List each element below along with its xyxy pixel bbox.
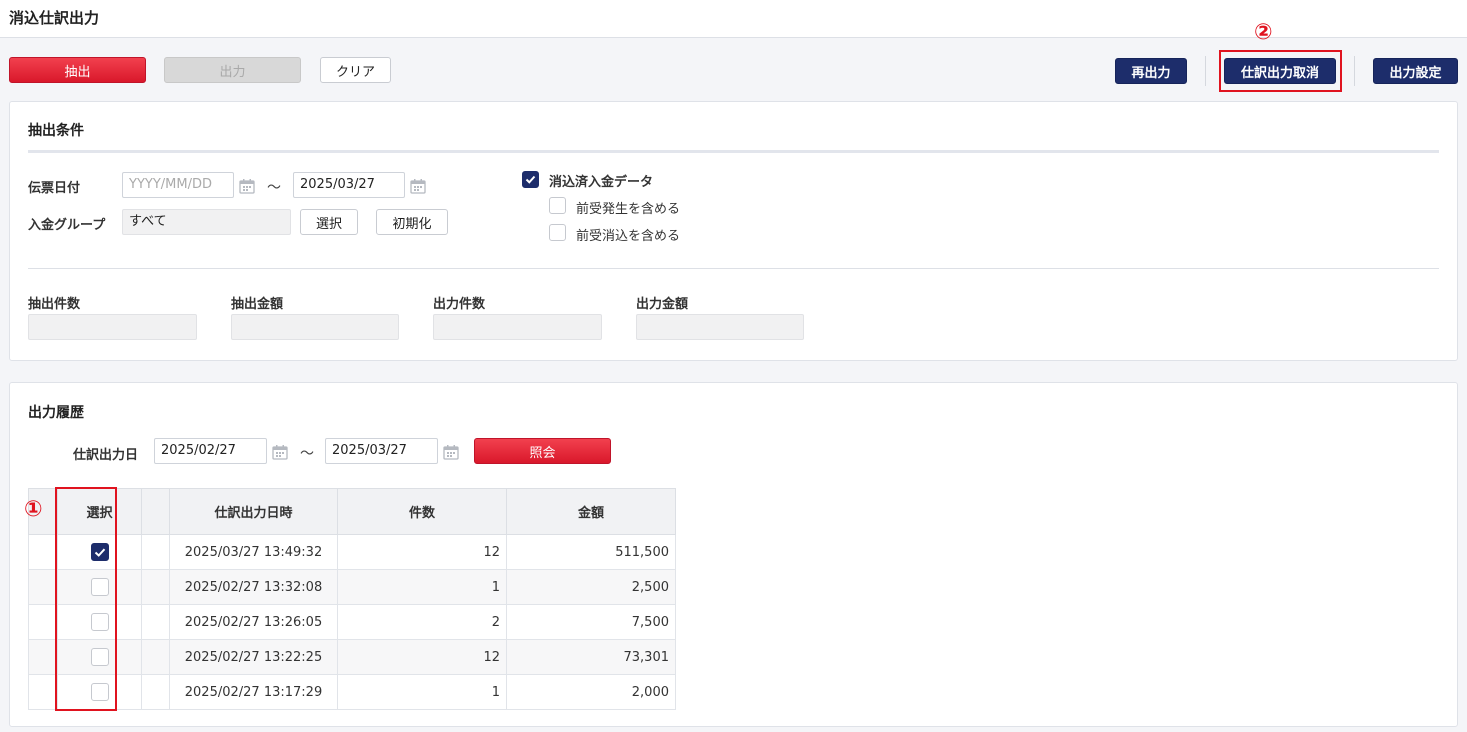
row-spacer bbox=[28, 534, 58, 570]
reconciled-checkbox[interactable] bbox=[522, 171, 539, 188]
row-datetime: 2025/03/27 13:49:32 bbox=[169, 534, 338, 570]
journal-output-date-label: 仕訳出力日 bbox=[73, 448, 139, 463]
advance-reconcile-checkbox[interactable] bbox=[549, 224, 566, 241]
extract-amount-label: 抽出金額 bbox=[231, 297, 284, 312]
history-date-tilde: ～ bbox=[300, 446, 314, 462]
row-amount: 73,301 bbox=[506, 639, 676, 675]
check-icon bbox=[525, 175, 536, 184]
header-bar bbox=[0, 0, 1467, 38]
row-amount: 2,500 bbox=[506, 569, 676, 605]
date-range-tilde: ～ bbox=[267, 180, 281, 196]
row-spacer bbox=[28, 569, 58, 605]
advance-occurrence-checkbox[interactable] bbox=[549, 197, 566, 214]
output-amount-field bbox=[636, 314, 804, 340]
history-title: 出力履歴 bbox=[28, 405, 84, 421]
output-settings-button[interactable]: 出力設定 bbox=[1373, 58, 1458, 84]
extract-count-label: 抽出件数 bbox=[28, 297, 81, 312]
row-count: 1 bbox=[337, 569, 507, 605]
column-header-count[interactable]: 件数 bbox=[337, 488, 507, 535]
history-date-from-input[interactable]: 2025/02/27 bbox=[154, 438, 267, 464]
row-amount: 7,500 bbox=[506, 604, 676, 640]
advance-reconcile-label: 前受消込を含める bbox=[576, 229, 681, 244]
output-count-field bbox=[433, 314, 602, 340]
group-select-button[interactable]: 選択 bbox=[300, 209, 358, 235]
table-row[interactable]: 2025/03/27 13:49:32 12 511,500 bbox=[28, 534, 676, 570]
calendar-icon[interactable] bbox=[239, 178, 255, 194]
conditions-title-underline bbox=[28, 150, 1439, 153]
annotation-marker-2: ② bbox=[1254, 20, 1273, 45]
slip-date-label: 伝票日付 bbox=[28, 181, 81, 196]
slip-date-to-input[interactable]: 2025/03/27 bbox=[293, 172, 405, 198]
history-table: 選択 仕訳出力日時 件数 金額 2025/03/27 13:49:32 12 5… bbox=[28, 488, 676, 710]
row-spacer bbox=[28, 674, 58, 710]
row-spacer bbox=[141, 674, 170, 710]
highlight-box-2 bbox=[1219, 50, 1342, 92]
row-count: 2 bbox=[337, 604, 507, 640]
toolbar-divider bbox=[1205, 56, 1206, 86]
table-header-spacer bbox=[141, 488, 170, 535]
row-amount: 511,500 bbox=[506, 534, 676, 570]
payment-group-field: すべて bbox=[122, 209, 291, 235]
row-spacer bbox=[141, 639, 170, 675]
reoutput-button[interactable]: 再出力 bbox=[1115, 58, 1187, 84]
calendar-icon[interactable] bbox=[443, 444, 459, 460]
row-count: 12 bbox=[337, 534, 507, 570]
output-button[interactable]: 出力 bbox=[164, 57, 301, 83]
table-row[interactable]: 2025/02/27 13:26:05 2 7,500 bbox=[28, 604, 676, 640]
group-reset-button[interactable]: 初期化 bbox=[376, 209, 448, 235]
conditions-divider bbox=[28, 268, 1439, 269]
row-datetime: 2025/02/27 13:22:25 bbox=[169, 639, 338, 675]
table-row[interactable]: 2025/02/27 13:22:25 12 73,301 bbox=[28, 639, 676, 675]
conditions-title: 抽出条件 bbox=[28, 123, 84, 139]
calendar-icon[interactable] bbox=[410, 178, 426, 194]
extract-amount-field bbox=[231, 314, 399, 340]
output-count-label: 出力件数 bbox=[433, 297, 486, 312]
clear-button[interactable]: クリア bbox=[320, 57, 391, 83]
table-row[interactable]: 2025/02/27 13:17:29 1 2,000 bbox=[28, 674, 676, 710]
slip-date-from-input[interactable]: YYYY/MM/DD bbox=[122, 172, 234, 198]
table-row[interactable]: 2025/02/27 13:32:08 1 2,500 bbox=[28, 569, 676, 605]
reconciled-checkbox-label: 消込済入金データ bbox=[549, 175, 654, 190]
row-spacer bbox=[28, 604, 58, 640]
toolbar-divider bbox=[1354, 56, 1355, 86]
extract-button[interactable]: 抽出 bbox=[9, 57, 146, 83]
row-count: 1 bbox=[337, 674, 507, 710]
column-header-datetime[interactable]: 仕訳出力日時 bbox=[169, 488, 338, 535]
table-header-row: 選択 仕訳出力日時 件数 金額 bbox=[28, 488, 676, 535]
row-spacer bbox=[141, 604, 170, 640]
output-amount-label: 出力金額 bbox=[636, 297, 689, 312]
highlight-box-1 bbox=[55, 487, 117, 711]
page-title: 消込仕訳出力 bbox=[9, 9, 100, 27]
annotation-marker-1: ① bbox=[24, 497, 43, 522]
row-datetime: 2025/02/27 13:32:08 bbox=[169, 569, 338, 605]
extract-count-field bbox=[28, 314, 197, 340]
row-spacer bbox=[141, 569, 170, 605]
row-spacer bbox=[141, 534, 170, 570]
row-count: 12 bbox=[337, 639, 507, 675]
row-datetime: 2025/02/27 13:17:29 bbox=[169, 674, 338, 710]
payment-group-label: 入金グループ bbox=[28, 218, 106, 233]
row-amount: 2,000 bbox=[506, 674, 676, 710]
row-datetime: 2025/02/27 13:26:05 bbox=[169, 604, 338, 640]
advance-occurrence-label: 前受発生を含める bbox=[576, 202, 681, 217]
calendar-icon[interactable] bbox=[272, 444, 288, 460]
history-search-button[interactable]: 照会 bbox=[474, 438, 611, 464]
row-spacer bbox=[28, 639, 58, 675]
column-header-amount[interactable]: 金額 bbox=[506, 488, 676, 535]
history-date-to-input[interactable]: 2025/03/27 bbox=[325, 438, 438, 464]
